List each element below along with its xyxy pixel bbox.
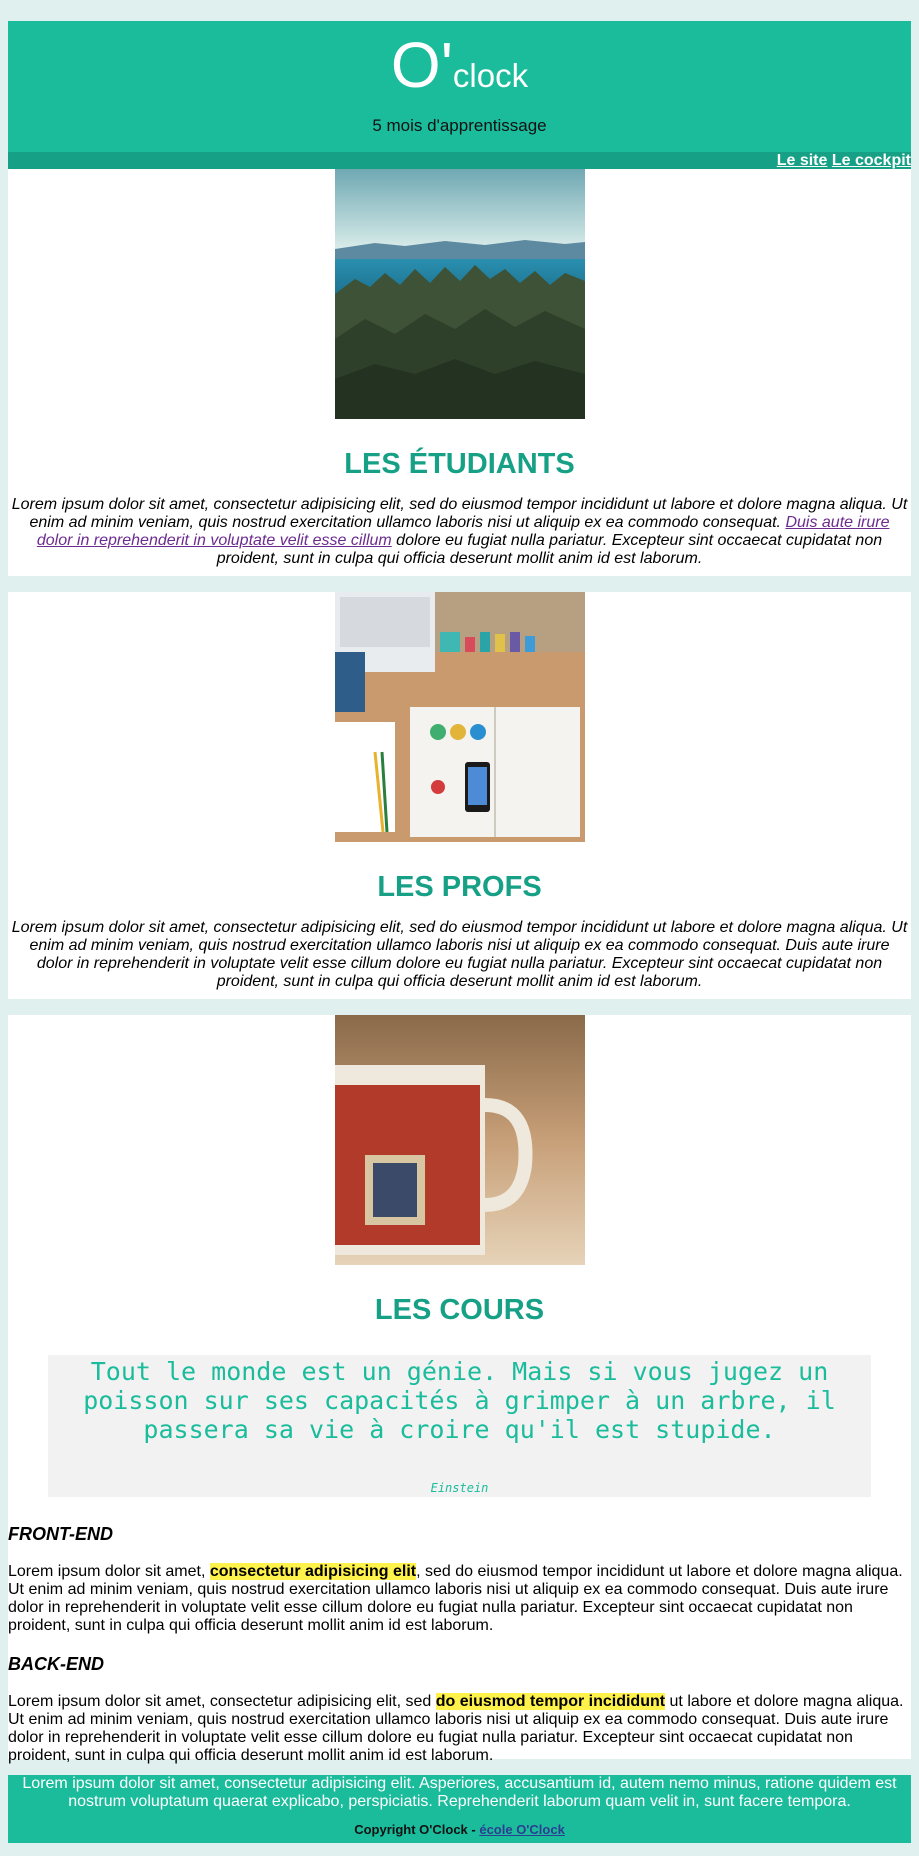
nav-link-site[interactable]: Le site <box>777 152 828 169</box>
mountain-forest-image <box>334 169 585 419</box>
quote-text: Tout le monde est un génie. Mais si vous… <box>83 1357 836 1444</box>
section-title: LES ÉTUDIANTS <box>344 448 575 480</box>
highlighted-text: do eiusmod tempor incididunt <box>435 1693 666 1710</box>
school-link[interactable]: école O'Clock <box>479 1822 564 1837</box>
section-paragraph: Lorem ipsum dolor sit amet, consectetur … <box>8 496 911 570</box>
copyright: Copyright O'Clock - école O'Clock <box>8 1822 911 1837</box>
copyright-text: Copyright O'Clock - <box>354 1822 480 1837</box>
section-paragraph: Lorem ipsum dolor sit amet, consectetur … <box>11 919 908 990</box>
logo-suffix: clock <box>452 57 529 94</box>
subsection-text: Lorem ipsum dolor sit amet, consectetur … <box>8 1563 911 1635</box>
tagline: 5 mois d'apprentissage <box>372 116 547 135</box>
section-courses: LES COURS Tout le monde est un génie. Ma… <box>8 1015 911 1764</box>
page: O'clock 5 mois d'apprentissage Le site L… <box>8 0 911 1843</box>
highlighted-text: consectetur adipisicing elit <box>209 1563 417 1580</box>
site-footer: Lorem ipsum dolor sit amet, consectetur … <box>8 1775 911 1843</box>
paragraph-text: Lorem ipsum dolor sit amet, consectetur … <box>11 496 908 531</box>
text: Lorem ipsum dolor sit amet, <box>8 1563 210 1580</box>
section-teachers: LES PROFS Lorem ipsum dolor sit amet, co… <box>8 592 911 999</box>
section-title: LES COURS <box>374 1294 545 1326</box>
top-nav: Le site Le cockpit <box>8 152 911 169</box>
coffee-mug-image <box>334 1015 585 1265</box>
subsection-title: BACK-END <box>8 1654 104 1674</box>
subsection-text: Lorem ipsum dolor sit amet, consectetur … <box>8 1693 911 1765</box>
nav-link-cockpit[interactable]: Le cockpit <box>832 152 911 169</box>
back-end-block: BACK-END Lorem ipsum dolor sit amet, con… <box>8 1654 911 1765</box>
logo-main: O' <box>390 29 453 101</box>
site-header: O'clock 5 mois d'apprentissage <box>8 21 911 152</box>
quote-author: Einstein <box>430 1481 489 1495</box>
subsection-title: FRONT-END <box>8 1524 113 1544</box>
text: Lorem ipsum dolor sit amet, consectetur … <box>8 1693 436 1710</box>
front-end-block: FRONT-END Lorem ipsum dolor sit amet, co… <box>8 1524 911 1635</box>
footer-text: Lorem ipsum dolor sit amet, consectetur … <box>22 1775 897 1810</box>
quote-box: Tout le monde est un génie. Mais si vous… <box>48 1355 871 1497</box>
section-students: LES ÉTUDIANTS Lorem ipsum dolor sit amet… <box>8 169 911 576</box>
section-title: LES PROFS <box>377 871 542 903</box>
logo[interactable]: O'clock <box>8 33 911 97</box>
desk-books-image <box>334 592 585 842</box>
